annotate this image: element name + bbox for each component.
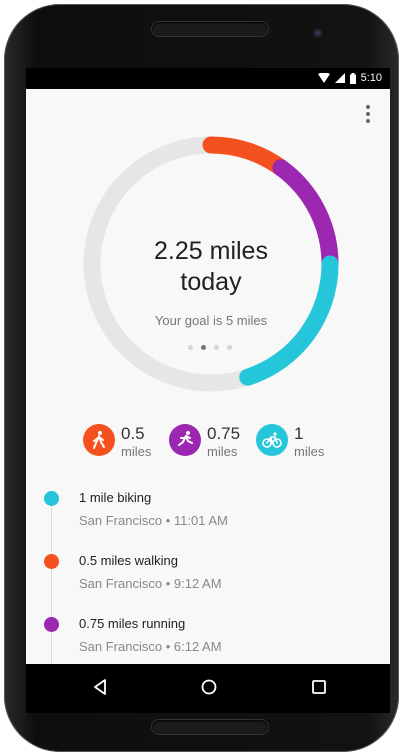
page-dot-active[interactable] [201, 345, 206, 350]
walking-miles-value: 0.5 [121, 424, 145, 443]
battery-icon [349, 72, 356, 84]
biking-dot [44, 491, 59, 506]
entry-title: 0.5 miles walking [79, 553, 178, 568]
screen: 5:10 2.25 miles today Your goal is 5 mil… [26, 68, 390, 713]
signal-icon [334, 73, 345, 83]
goal-text: Your goal is 5 miles [154, 313, 268, 328]
timeline-entry[interactable]: 1 mile biking San Francisco • 11:01 AM [26, 489, 390, 537]
entry-title: 0.75 miles running [79, 616, 186, 631]
distance-total: 2.25 miles today [81, 236, 341, 298]
page-indicator [188, 345, 234, 351]
timeline-entry[interactable]: 0.75 miles running San Francisco • 6:12 … [26, 615, 390, 663]
running-badge [169, 424, 201, 456]
running-icon [178, 431, 193, 446]
page-dot[interactable] [188, 345, 193, 350]
front-camera [313, 28, 323, 38]
recent-apps-icon[interactable] [309, 677, 329, 697]
biking-miles-value: 1 [294, 424, 304, 443]
entry-subtitle: San Francisco • 6:12 AM [79, 639, 222, 654]
running-dot [44, 617, 59, 632]
biking-miles-unit: miles [294, 444, 325, 459]
entry-subtitle: San Francisco • 11:01 AM [79, 513, 228, 528]
entry-subtitle: San Francisco • 9:12 AM [79, 576, 222, 591]
navigation-bar [26, 664, 390, 713]
entry-title: 1 mile biking [79, 490, 152, 505]
walking-icon [93, 431, 105, 449]
activity-walking[interactable]: 0.5 miles [83, 422, 163, 462]
distance-value: 2.25 miles [154, 237, 268, 265]
running-miles-unit: miles [207, 444, 238, 459]
wifi-icon [317, 73, 330, 83]
running-miles-value: 0.75 [207, 424, 241, 443]
distance-period: today [180, 268, 242, 296]
goal-summary: 2.25 miles today Your goal is 5 miles [81, 134, 341, 394]
walking-dot [44, 554, 59, 569]
status-bar: 5:10 [26, 68, 390, 89]
walking-badge [83, 424, 115, 456]
earpiece-speaker [152, 22, 268, 36]
overflow-menu-button[interactable] [361, 103, 375, 125]
page-dot[interactable] [227, 345, 232, 350]
page-dot[interactable] [214, 345, 219, 350]
bottom-speaker [152, 720, 268, 734]
home-icon[interactable] [199, 677, 219, 697]
timeline-entry[interactable]: 0.5 miles walking San Francisco • 9:12 A… [26, 552, 390, 600]
activity-running[interactable]: 0.75 miles [169, 422, 249, 462]
walking-miles-unit: miles [121, 444, 152, 459]
status-time: 5:10 [360, 72, 382, 84]
biking-icon [262, 432, 282, 448]
phone-frame: 5:10 2.25 miles today Your goal is 5 mil… [4, 4, 399, 752]
activity-biking[interactable]: 1 miles [256, 422, 336, 462]
back-icon[interactable] [90, 677, 110, 697]
biking-badge [256, 424, 288, 456]
app-content: 2.25 miles today Your goal is 5 miles 0.… [26, 89, 390, 664]
